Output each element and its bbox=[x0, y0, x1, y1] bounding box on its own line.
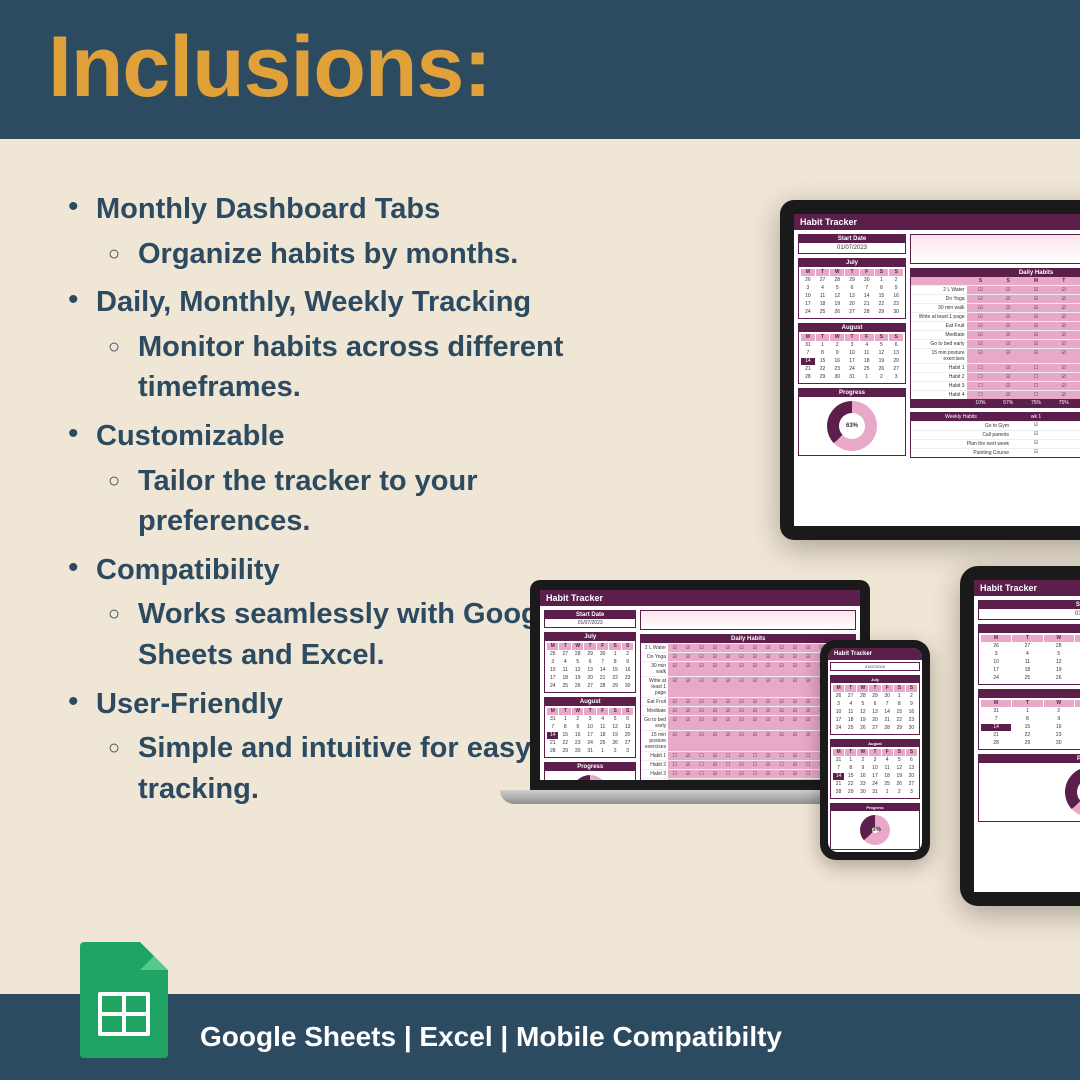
start-date-label: Start Date bbox=[979, 601, 1080, 609]
progress-label: Progress bbox=[799, 389, 905, 397]
calendar-august: MTWTFSS311234567891011121314151617181920… bbox=[979, 698, 1080, 749]
calendar-july: MTWTFSS262728293012345678910111213141516… bbox=[799, 267, 905, 318]
progress-donut bbox=[572, 775, 608, 780]
page-title: Inclusions: bbox=[48, 18, 1032, 117]
month-august-label: August bbox=[545, 698, 635, 706]
tracker-title: Habit Tracker bbox=[974, 580, 1080, 596]
feature-desc: Organize habits by months. bbox=[138, 238, 518, 270]
feature-desc: Monitor habits across different timefram… bbox=[138, 331, 563, 404]
start-date-value: 01/07/2023 bbox=[799, 243, 905, 253]
footer-text: Google Sheets | Excel | Mobile Compatibi… bbox=[200, 1021, 782, 1053]
calendar-july: MTWTFSS262728293012345678910111213141516… bbox=[545, 641, 635, 692]
monitor-mockup: Habit Tracker Start Date 01/07/2023 July… bbox=[780, 200, 1080, 540]
monitor-screen: Habit Tracker Start Date 01/07/2023 July… bbox=[794, 214, 1080, 526]
progress-donut bbox=[860, 815, 890, 845]
daily-rows: 2 L WaterDo Yoga30 min walkWrite at leas… bbox=[911, 285, 1080, 399]
feature-title: Compatibility bbox=[96, 554, 280, 586]
calendar-august: MTWTFSS311234567891011121314151617181920… bbox=[545, 706, 635, 757]
start-date-label: Start Date bbox=[799, 235, 905, 243]
feature-item: Monthly Dashboard Tabs Organize habits b… bbox=[60, 189, 610, 274]
header-bar: Inclusions: bbox=[0, 0, 1080, 139]
feature-title: Monthly Dashboard Tabs bbox=[96, 193, 440, 225]
weekly-col: wk 1 bbox=[1011, 413, 1061, 421]
progress-donut bbox=[827, 401, 877, 451]
tablet-mockup: Habit Tracker Start Date 01/07/2023 July… bbox=[960, 566, 1080, 906]
calendar-august: MTWTFSS311234567891011121314151617181920… bbox=[799, 332, 905, 383]
tracker-title: Habit Tracker bbox=[794, 214, 1080, 230]
feature-desc: Tailor the tracker to your preferences. bbox=[138, 465, 478, 538]
feature-desc-item: Organize habits by months. bbox=[96, 234, 610, 275]
feature-title: Customizable bbox=[96, 420, 285, 452]
weekly-col: wk 2 bbox=[1061, 413, 1080, 421]
calendar-july: MTWTFSS262728293012345678910111213141516… bbox=[979, 633, 1080, 684]
feature-desc-item: Tailor the tracker to your preferences. bbox=[96, 461, 610, 542]
month-august-label: August bbox=[831, 740, 919, 747]
calendar-august: MTWTFSS311234567891011121314151617181920… bbox=[831, 747, 919, 798]
phone-screen: Habit Tracker 01/07/2023 July MTWTFSS262… bbox=[828, 648, 922, 852]
trend-chart bbox=[640, 610, 856, 630]
start-date-value: 01/07/2023 bbox=[545, 619, 635, 627]
month-july-label: July bbox=[799, 259, 905, 267]
feature-item: Customizable Tailor the tracker to your … bbox=[60, 416, 610, 542]
weekly-habits-label: Weekly Habits bbox=[911, 413, 1011, 421]
month-august-label: August bbox=[799, 324, 905, 332]
month-july-label: July bbox=[979, 625, 1080, 633]
google-sheets-icon bbox=[80, 942, 168, 1058]
daily-habits-label: Daily Habits bbox=[911, 269, 1080, 277]
month-july-label: July bbox=[545, 633, 635, 641]
month-august-label: August bbox=[979, 690, 1080, 698]
tracker-title: Habit Tracker bbox=[540, 590, 860, 606]
feature-title: User-Friendly bbox=[96, 688, 283, 720]
start-date-value: 01/07/2023 bbox=[979, 609, 1080, 619]
progress-label: Progress bbox=[831, 804, 919, 811]
calendar-july: MTWTFSS262728293012345678910111213141516… bbox=[831, 683, 919, 734]
daily-habits-table: Daily Habits SSMTWTF 2 L WaterDo Yoga30 … bbox=[910, 268, 1080, 408]
device-mockups: Habit Tracker Start Date 01/07/2023 July… bbox=[620, 200, 1080, 900]
start-date-value: 01/07/2023 bbox=[831, 663, 919, 670]
tracker-title: Habit Tracker bbox=[828, 648, 922, 660]
tablet-screen: Habit Tracker Start Date 01/07/2023 July… bbox=[974, 580, 1080, 892]
laptop-screen: Habit Tracker Start Date 01/07/2023 July… bbox=[540, 590, 860, 780]
start-date-label: Start Date bbox=[545, 611, 635, 619]
feature-title: Daily, Monthly, Weekly Tracking bbox=[96, 286, 531, 318]
daily-days-header: SSMTWTF bbox=[911, 277, 1080, 285]
daily-pct-row: 10%57%75%75%100%10% bbox=[911, 399, 1080, 407]
phone-mockup: Habit Tracker 01/07/2023 July MTWTFSS262… bbox=[820, 640, 930, 860]
month-july-label: July bbox=[831, 676, 919, 683]
weekly-rows: Go to Gym☑☑☐Call parents☑☑☐Plan the next… bbox=[911, 421, 1080, 457]
progress-label: Progress bbox=[979, 755, 1080, 763]
progress-label: Progress bbox=[545, 763, 635, 771]
progress-donut bbox=[1065, 767, 1080, 817]
daily-habits-label: Daily Habits bbox=[641, 635, 855, 643]
feature-item: Daily, Monthly, Weekly Tracking Monitor … bbox=[60, 282, 610, 408]
feature-desc-item: Monitor habits across different timefram… bbox=[96, 327, 610, 408]
trend-chart: 100%75%50%25%0% bbox=[910, 234, 1080, 264]
weekly-habits-table: Weekly Habits wk 1 wk 2 wk 3 Go to Gym☑☑… bbox=[910, 412, 1080, 458]
feature-desc: Works seamlessly with Google Sheets and … bbox=[138, 598, 563, 671]
